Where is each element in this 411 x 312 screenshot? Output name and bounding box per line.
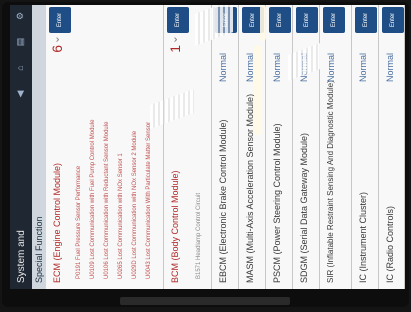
- app-title: System and: [15, 230, 27, 283]
- module-name: SDGM (Serial Data Gateway Module): [299, 132, 309, 283]
- module-row-bcm[interactable]: BCM (Body Control Module) 1 ⌄ Enter B157…: [164, 5, 212, 289]
- enter-button[interactable]: Enter: [49, 7, 71, 33]
- dtc-item: U029D Lost Communication with NOx Sensor…: [132, 130, 138, 279]
- status-label: Normal: [326, 53, 336, 83]
- diagnostic-app: System and ◀ ⌂ ▤ ⚙ Special Function ECM …: [10, 5, 405, 289]
- module-name: SIR (Inflatable Restraint Sensing And Di…: [326, 80, 335, 283]
- module-row-pscm[interactable]: PSCM (Power Steering Control Module) Nor…: [266, 5, 293, 289]
- module-name: IC (Instrument Cluster): [358, 191, 368, 283]
- dtc-item: B1571 Headlamp Control Circuit: [196, 192, 202, 279]
- special-function-tab[interactable]: Special Function: [32, 5, 46, 289]
- module-name: EBCM (Electronic Brake Control Module): [218, 119, 228, 283]
- enter-button[interactable]: Enter: [167, 7, 189, 33]
- menu-icon[interactable]: ▤: [15, 37, 25, 47]
- module-name: PSCM (Power Steering Control Module): [272, 123, 282, 283]
- enter-button[interactable]: Enter: [215, 7, 237, 33]
- top-bar: System and ◀ ⌂ ▤ ⚙: [10, 5, 32, 289]
- enter-button[interactable]: Enter: [296, 7, 318, 33]
- module-list: ECM (Engine Control Module) 6 ⌄ Enter P0…: [46, 5, 405, 289]
- enter-button[interactable]: Enter: [323, 7, 345, 33]
- dtc-item: U0106 Lost Communication with Reductant …: [104, 121, 110, 279]
- dtc-item: U0265 Lost Communication with NOx Sensor…: [118, 153, 124, 279]
- status-label: Normal: [358, 53, 368, 83]
- status-label: Normal: [299, 53, 309, 83]
- module-name: ECM (Engine Control Module): [52, 162, 62, 283]
- tablet-stand: [120, 297, 290, 305]
- screen: System and ◀ ⌂ ▤ ⚙ Special Function ECM …: [10, 5, 405, 289]
- enter-button[interactable]: Enter: [269, 7, 291, 33]
- status-label: Normal: [272, 53, 282, 83]
- toolbar-icons: ◀ ⌂ ▤ ⚙: [15, 11, 25, 99]
- settings-icon[interactable]: ⚙: [15, 11, 25, 21]
- module-row-ebcm[interactable]: EBCM (Electronic Brake Control Module) N…: [212, 5, 239, 289]
- module-name: BCM (Body Control Module): [170, 170, 180, 283]
- dtc-item: U0109 Lost Communication with Fuel Pump …: [90, 119, 96, 279]
- fault-count: 6: [49, 45, 65, 53]
- module-row-sdgm[interactable]: SDGM (Serial Data Gateway Module) Normal…: [293, 5, 320, 289]
- light-reflection: [260, 5, 266, 41]
- status-label: Normal: [385, 53, 395, 83]
- module-row-ecm[interactable]: ECM (Engine Control Module) 6 ⌄ Enter P0…: [46, 5, 164, 289]
- chevron-down-icon[interactable]: ⌄: [167, 35, 180, 44]
- dtc-item: P0191 Fuel Pressure Sensor Performance: [76, 165, 82, 279]
- module-name: IC (Radio Controls): [385, 205, 395, 283]
- home-icon[interactable]: ⌂: [15, 63, 25, 73]
- status-label: Normal: [218, 53, 228, 83]
- back-icon[interactable]: ◀: [15, 89, 25, 99]
- light-reflection: [254, 45, 262, 135]
- enter-button[interactable]: Enter: [382, 7, 404, 33]
- enter-button[interactable]: Enter: [355, 7, 377, 33]
- module-row-ic-radio[interactable]: IC (Radio Controls) Normal Enter: [379, 5, 405, 289]
- fault-count: 1: [167, 45, 183, 53]
- module-row-ic[interactable]: IC (Instrument Cluster) Normal Enter: [352, 5, 379, 289]
- module-row-sir[interactable]: SIR (Inflatable Restraint Sensing And Di…: [320, 5, 352, 289]
- dtc-item: U0043 Lost Communication With Particulat…: [146, 121, 152, 279]
- chevron-down-icon[interactable]: ⌄: [49, 35, 62, 44]
